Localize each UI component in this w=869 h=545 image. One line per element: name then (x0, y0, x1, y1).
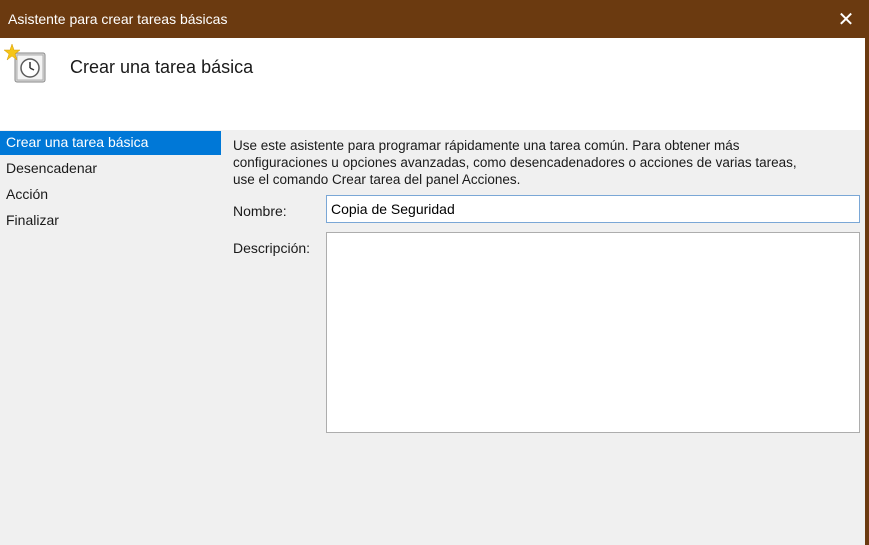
title-bar: Asistente para crear tareas básicas ✕ (0, 0, 869, 38)
name-label: Nombre: (233, 203, 287, 219)
wizard-header: Crear una tarea básica (0, 38, 865, 130)
description-textarea[interactable] (326, 232, 860, 433)
step-crear-tarea[interactable]: Crear una tarea básica (0, 131, 221, 155)
name-input[interactable] (326, 195, 860, 223)
scheduled-task-clock-icon (4, 44, 46, 83)
window-title: Asistente para crear tareas básicas (8, 11, 228, 27)
wizard-content: Use este asistente para programar rápida… (221, 130, 865, 545)
window-border (865, 38, 869, 545)
step-finalizar[interactable]: Finalizar (0, 209, 221, 233)
intro-line: use el comando Crear tarea del panel Acc… (233, 172, 521, 187)
page-heading: Crear una tarea básica (70, 57, 254, 77)
intro-line: Use este asistente para programar rápida… (233, 138, 740, 153)
step-desencadenar[interactable]: Desencadenar (0, 157, 221, 181)
intro-text: Use este asistente para programar rápida… (233, 137, 853, 188)
step-accion[interactable]: Acción (0, 183, 221, 207)
wizard-steps-sidebar: Crear una tarea básica Desencadenar Acci… (0, 130, 221, 545)
intro-line: configuraciones u opciones avanzadas, co… (233, 155, 797, 170)
close-icon[interactable]: ✕ (823, 0, 869, 38)
description-label: Descripción: (233, 240, 311, 256)
